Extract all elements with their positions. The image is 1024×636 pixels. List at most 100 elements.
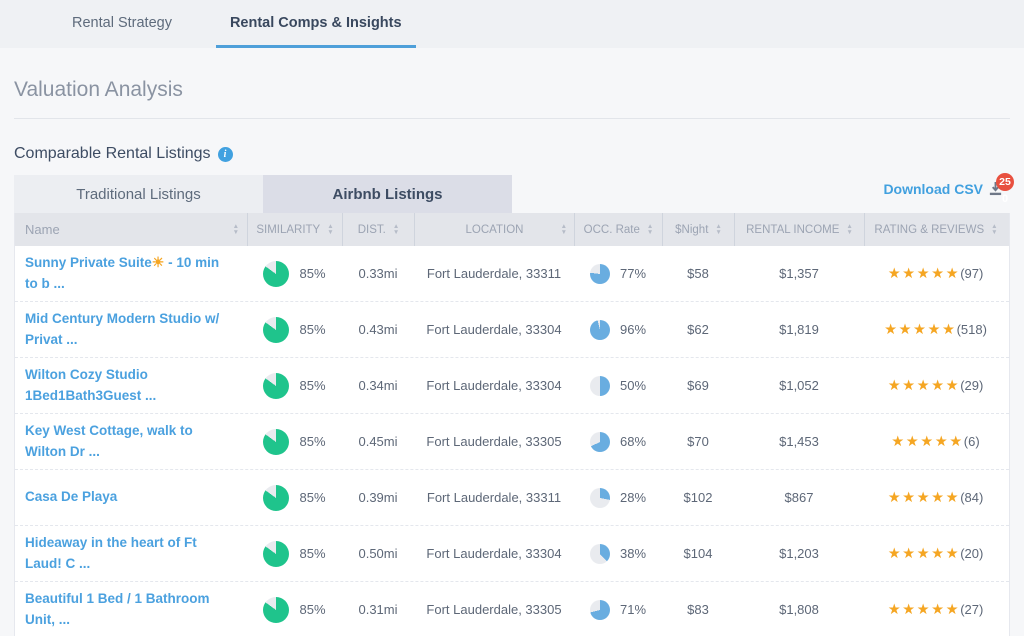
distance-value: 0.34mi: [342, 358, 414, 413]
occupancy-pie-chart: [590, 320, 610, 340]
review-count: (27): [960, 602, 983, 617]
similarity-pie-chart: [263, 597, 289, 623]
distance-value: 0.33mi: [342, 246, 414, 301]
download-csv-link[interactable]: Download CSV 25 0: [883, 181, 1004, 197]
column-header-label: RATING & REVIEWS: [874, 224, 984, 236]
occupancy-pie-chart: [590, 376, 610, 396]
occupancy-value: 77%: [620, 266, 646, 281]
column-header-label: DIST.: [358, 224, 386, 236]
listing-name-link[interactable]: Casa De Playa: [25, 487, 117, 508]
night-price-value: $69: [662, 358, 734, 413]
similarity-value: 85%: [299, 266, 325, 281]
similarity-pie-chart: [263, 261, 289, 287]
listing-name-text: Mid Century Modern Studio w/ Privat ...: [25, 311, 219, 347]
listing-name-text: Key West Cottage, walk to Wilton Dr ...: [25, 423, 193, 459]
tab-traditional-listings[interactable]: Traditional Listings: [14, 175, 263, 213]
occupancy-value: 96%: [620, 322, 646, 337]
similarity-pie-chart: [263, 485, 289, 511]
table-row: Hideaway in the heart of Ft Laud! C ... …: [15, 526, 1009, 582]
table-row: Sunny Private Suite☀ - 10 min to b ... 8…: [15, 246, 1009, 302]
sort-arrows-icon[interactable]: ▲▼: [647, 224, 653, 235]
similarity-pie-chart: [263, 373, 289, 399]
sort-arrows-icon[interactable]: ▲▼: [561, 224, 567, 235]
column-header-occ-rate[interactable]: OCC. Rate▲▼: [574, 213, 662, 246]
star-rating: ★★★★★: [888, 546, 961, 562]
review-count: (97): [960, 266, 983, 281]
occupancy-value: 28%: [620, 490, 646, 505]
divider: [14, 118, 1010, 119]
night-price-value: $62: [662, 302, 734, 357]
tab-airbnb-listings[interactable]: Airbnb Listings: [263, 175, 512, 213]
table-row: Wilton Cozy Studio 1Bed1Bath3Guest ... 8…: [15, 358, 1009, 414]
table-body: Sunny Private Suite☀ - 10 min to b ... 8…: [15, 246, 1009, 636]
rental-income-value: $1,052: [734, 358, 864, 413]
column-header-name[interactable]: Name ▲▼: [15, 213, 247, 246]
night-price-value: $70: [662, 414, 734, 469]
sort-arrows-icon[interactable]: ▲▼: [393, 224, 399, 235]
occupancy-pie-chart: [590, 544, 610, 564]
listing-name-link[interactable]: Wilton Cozy Studio 1Bed1Bath3Guest ...: [25, 365, 233, 407]
sort-arrows-icon[interactable]: ▲▼: [233, 224, 239, 235]
column-header-label: RENTAL INCOME: [746, 224, 839, 236]
listing-name-text: Sunny Private Suite: [25, 255, 152, 270]
page-title: Valuation Analysis: [14, 78, 1010, 102]
occupancy-value: 38%: [620, 546, 646, 561]
distance-value: 0.39mi: [342, 470, 414, 525]
section-title: Comparable Rental Listings: [14, 145, 211, 163]
similarity-value: 85%: [299, 322, 325, 337]
column-header-location[interactable]: LOCATION ▲▼: [414, 213, 574, 246]
location-value: Fort Lauderdale, 33305: [414, 414, 574, 469]
review-count: (6): [964, 434, 980, 449]
table-row: Mid Century Modern Studio w/ Privat ... …: [15, 302, 1009, 358]
column-header-label: $Night: [675, 224, 708, 236]
distance-value: 0.31mi: [342, 582, 414, 636]
distance-value: 0.45mi: [342, 414, 414, 469]
sort-arrows-icon[interactable]: ▲▼: [846, 224, 852, 235]
column-header-rating-reviews[interactable]: RATING & REVIEWS ▲▼: [864, 213, 1007, 246]
column-header-rental-income[interactable]: RENTAL INCOME ▲▼: [734, 213, 864, 246]
column-header--night[interactable]: $Night ▲▼: [662, 213, 734, 246]
sort-arrows-icon[interactable]: ▲▼: [991, 224, 997, 235]
location-value: Fort Lauderdale, 33311: [414, 470, 574, 525]
star-rating: ★★★★★: [884, 322, 957, 338]
rental-income-value: $1,808: [734, 582, 864, 636]
occupancy-pie-chart: [590, 488, 610, 508]
review-count: (20): [960, 546, 983, 561]
table-row: Casa De Playa 85% 0.39mi Fort Lauderdale…: [15, 470, 1009, 526]
sort-arrows-icon[interactable]: ▲▼: [715, 224, 721, 235]
column-header-label: LOCATION: [466, 224, 524, 236]
star-rating: ★★★★★: [891, 434, 964, 450]
info-icon[interactable]: i: [218, 147, 233, 162]
column-header-label: SIMILARITY: [256, 224, 320, 236]
location-value: Fort Lauderdale, 33305: [414, 582, 574, 636]
star-rating: ★★★★★: [888, 378, 961, 394]
review-count: (29): [960, 378, 983, 393]
column-header-similarity[interactable]: SIMILARITY ▲▼: [247, 213, 342, 246]
listing-name-link[interactable]: Mid Century Modern Studio w/ Privat ...: [25, 309, 233, 351]
night-price-value: $83: [662, 582, 734, 636]
night-price-value: $58: [662, 246, 734, 301]
sort-arrows-icon[interactable]: ▲▼: [327, 224, 333, 235]
night-price-value: $104: [662, 526, 734, 581]
location-value: Fort Lauderdale, 33311: [414, 246, 574, 301]
similarity-pie-chart: [263, 429, 289, 455]
table-row: Key West Cottage, walk to Wilton Dr ... …: [15, 414, 1009, 470]
listing-name-link[interactable]: Beautiful 1 Bed / 1 Bathroom Unit, ...: [25, 589, 233, 631]
listing-name-link[interactable]: Key West Cottage, walk to Wilton Dr ...: [25, 421, 233, 463]
tab-rental-strategy[interactable]: Rental Strategy: [58, 0, 186, 48]
rental-income-value: $1,819: [734, 302, 864, 357]
occupancy-value: 50%: [620, 378, 646, 393]
column-header-dist-[interactable]: DIST. ▲▼: [342, 213, 414, 246]
similarity-value: 85%: [299, 546, 325, 561]
location-value: Fort Lauderdale, 33304: [414, 526, 574, 581]
location-value: Fort Lauderdale, 33304: [414, 302, 574, 357]
listing-name-link[interactable]: Sunny Private Suite☀ - 10 min to b ...: [25, 252, 233, 295]
listing-name-link[interactable]: Hideaway in the heart of Ft Laud! C ...: [25, 533, 233, 575]
table-header-row: Name▲▼SIMILARITY▲▼DIST.▲▼LOCATION▲▼OCC. …: [15, 213, 1009, 246]
similarity-value: 85%: [299, 602, 325, 617]
column-header-label: Name: [25, 222, 60, 237]
night-price-value: $102: [662, 470, 734, 525]
tab-rental-comps-insights[interactable]: Rental Comps & Insights: [216, 0, 416, 48]
occupancy-value: 71%: [620, 602, 646, 617]
listing-name-text: Casa De Playa: [25, 489, 117, 504]
